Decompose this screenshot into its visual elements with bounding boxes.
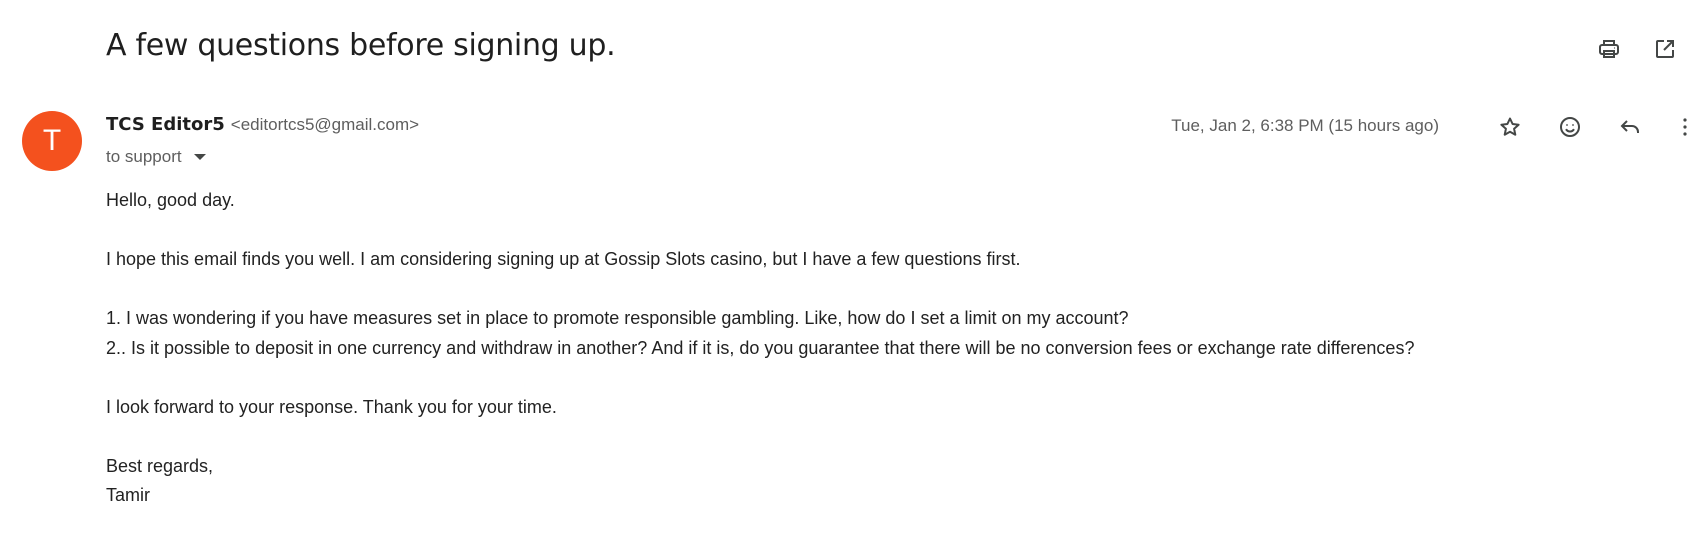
- sender-name[interactable]: TCS Editor5: [106, 114, 225, 135]
- body-intro: I hope this email finds you well. I am c…: [106, 249, 1021, 269]
- emoji-reaction-icon: [1560, 117, 1580, 137]
- email-body: Hello, good day. I hope this email finds…: [106, 186, 1686, 511]
- more-options-button[interactable]: [1668, 110, 1702, 144]
- emoji-reaction-button[interactable]: [1553, 110, 1587, 144]
- message-date: Tue, Jan 2, 6:38 PM (15 hours ago): [1171, 116, 1439, 135]
- message-actions: [1462, 110, 1702, 144]
- open-in-new-window-button[interactable]: [1648, 32, 1682, 66]
- body-greeting: Hello, good day.: [106, 190, 235, 210]
- print-icon: [1599, 40, 1619, 58]
- email-subject: A few questions before signing up.: [106, 28, 616, 63]
- star-button[interactable]: [1493, 110, 1527, 144]
- body-signoff: Best regards,: [106, 455, 214, 476]
- sender-line: TCS Editor5 <editortcs5@gmail.com>: [106, 114, 419, 135]
- sender-avatar[interactable]: T: [22, 111, 82, 171]
- star-icon: [1500, 117, 1520, 136]
- reply-button[interactable]: [1613, 110, 1647, 144]
- print-button[interactable]: [1592, 32, 1626, 66]
- body-question-1: 1. I was wondering if you have measures …: [106, 308, 1129, 328]
- reply-icon: [1620, 120, 1639, 133]
- recipient-line: to support: [106, 147, 206, 167]
- body-closing-line: I look forward to your response. Thank y…: [106, 396, 557, 417]
- recipient-label: to support: [106, 147, 182, 166]
- show-details-caret-icon[interactable]: [193, 154, 206, 160]
- body-question-2: 2.. Is it possible to deposit in one cur…: [106, 337, 1415, 358]
- more-vertical-icon: [1683, 118, 1687, 136]
- open-in-new-window-icon: [1656, 40, 1674, 58]
- thread-actions: [1502, 32, 1702, 66]
- body-signature: Tamir: [106, 485, 150, 505]
- sender-email: <editortcs5@gmail.com>: [230, 115, 420, 134]
